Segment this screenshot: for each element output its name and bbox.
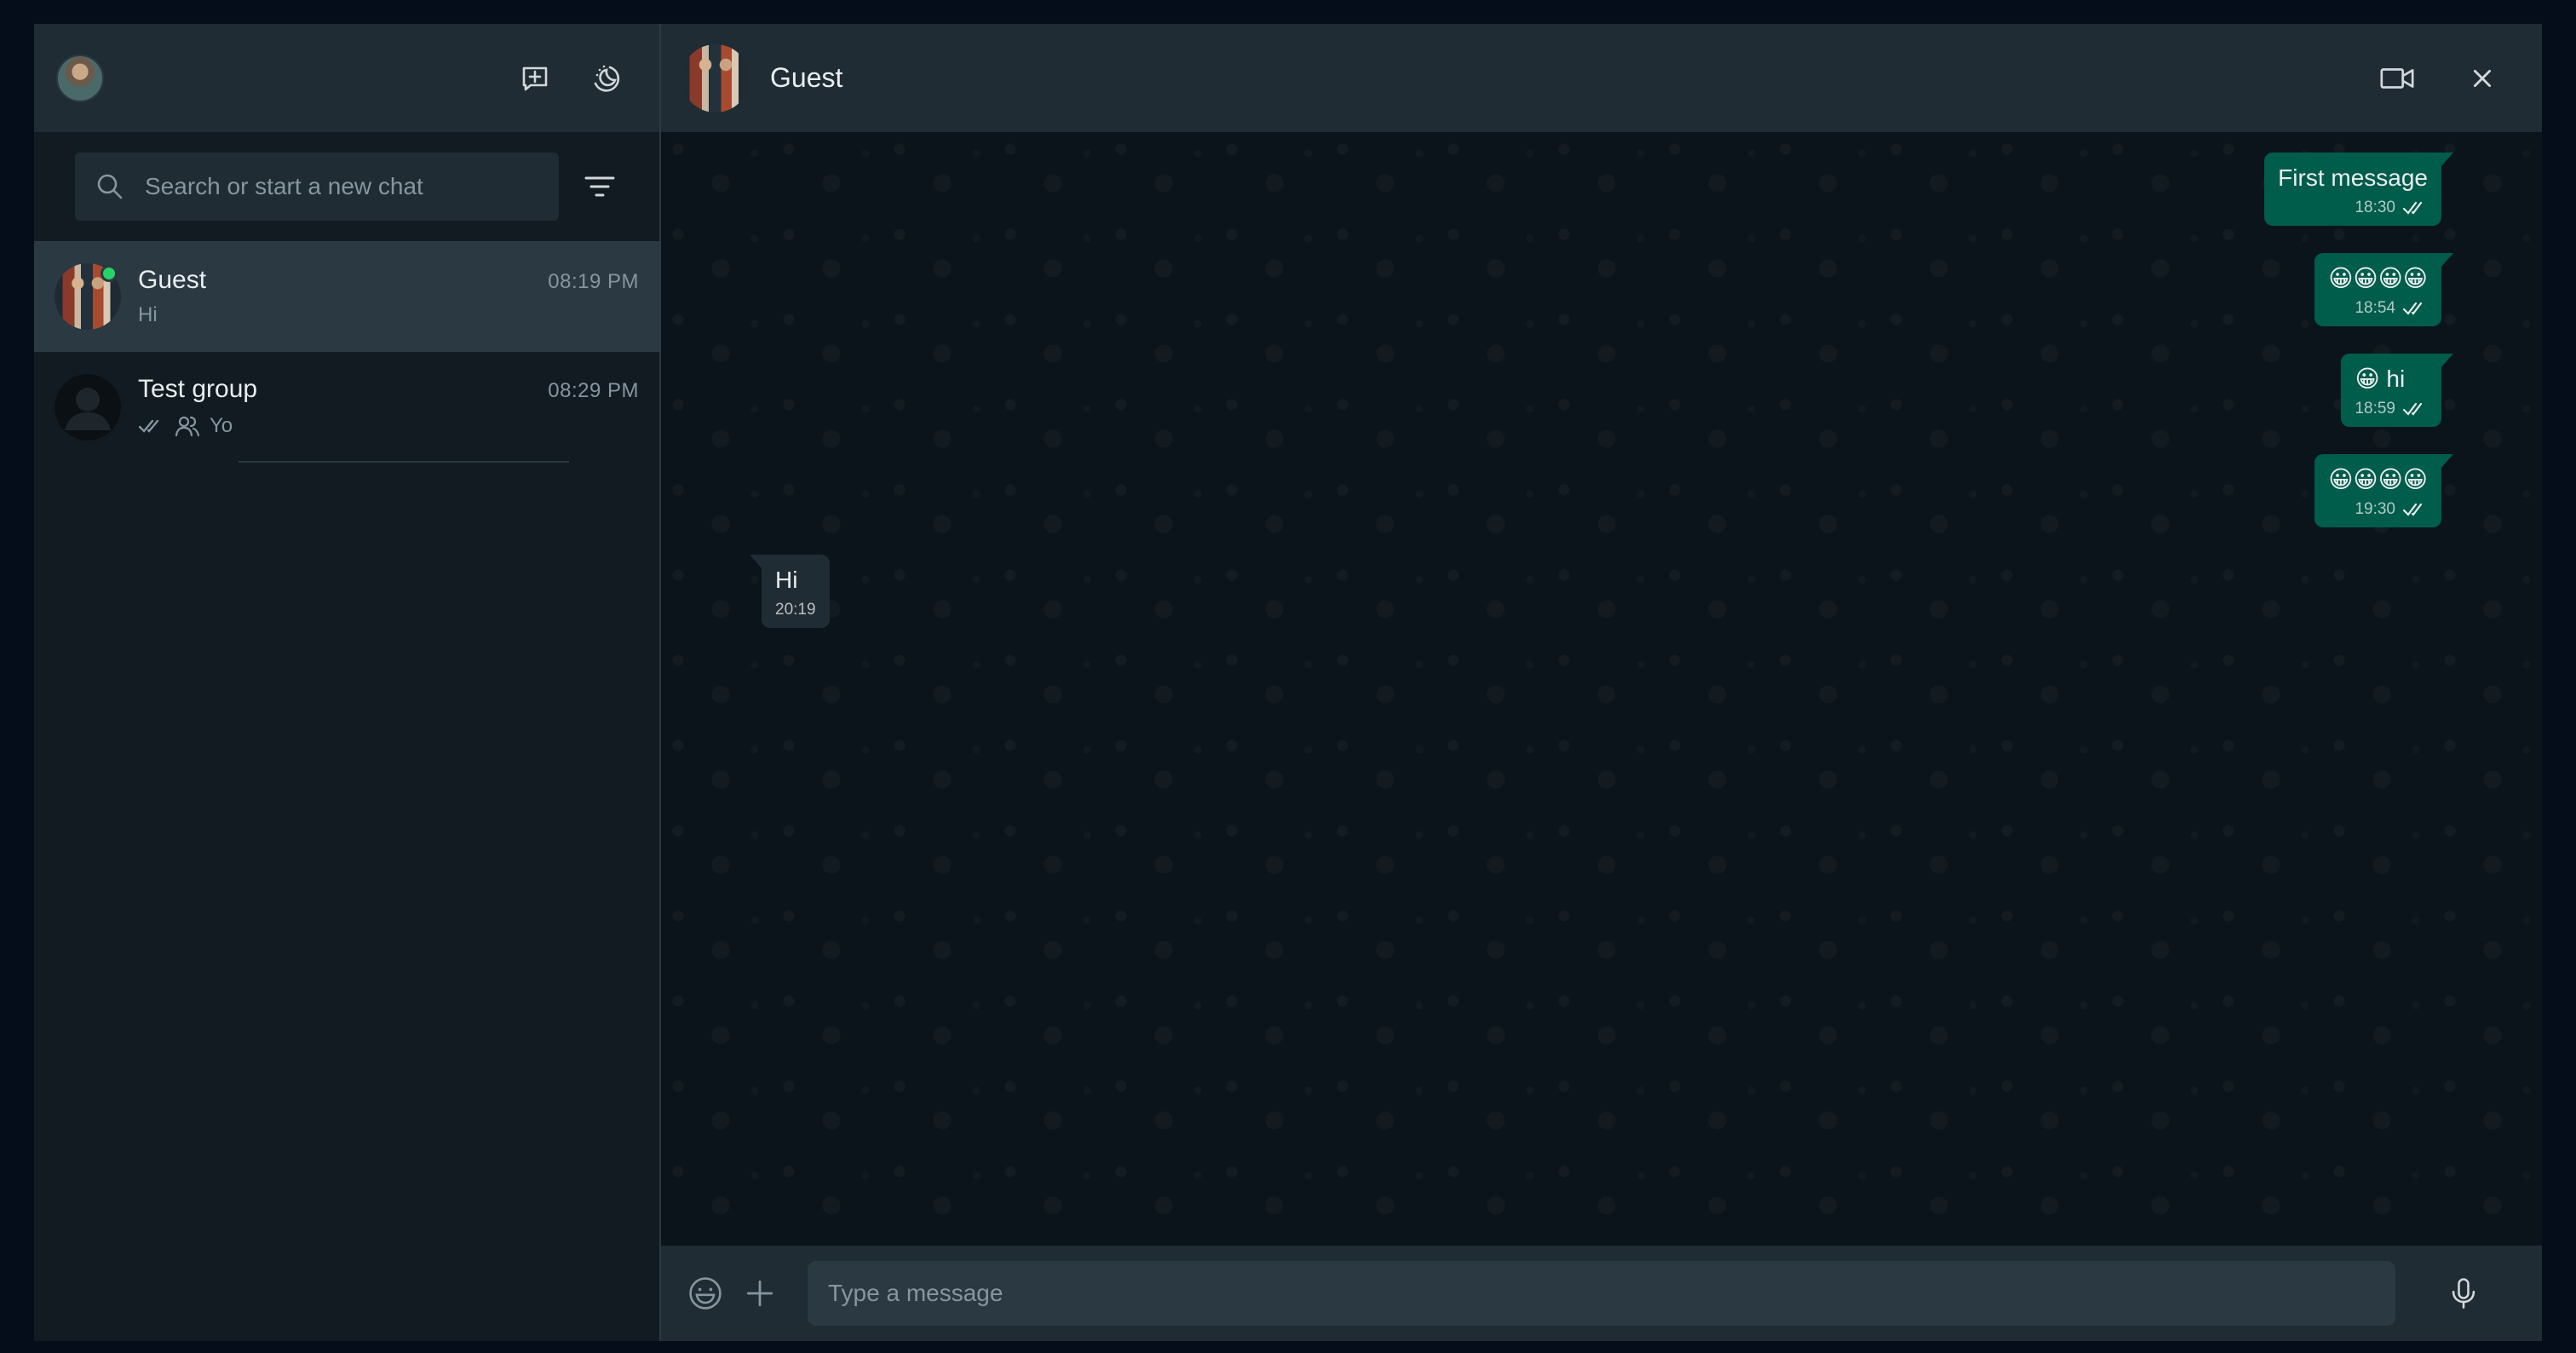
emoji-icon[interactable] [687, 1275, 724, 1312]
online-indicator [101, 265, 118, 282]
chat-meta: Guest 08:19 PM Hi [138, 241, 639, 352]
video-call-icon[interactable] [2378, 60, 2416, 97]
message-outgoing[interactable]: 😀😀😀😀 19:30 [2314, 454, 2453, 527]
default-avatar-icon [55, 374, 121, 440]
message-input[interactable] [828, 1280, 2375, 1307]
status-icon[interactable] [588, 60, 625, 97]
message-list: First message 18:30 😀😀😀😀 18:54 😀 hi 18:5… [661, 132, 2542, 1246]
app-window: Guest 08:19 PM Hi [34, 24, 2542, 1341]
composer [661, 1246, 2542, 1341]
sidebar-header [34, 24, 659, 132]
search-icon [97, 174, 123, 199]
divider [239, 461, 569, 463]
chat-item-test-group[interactable]: Test group 08:29 PM Yo [34, 352, 659, 463]
conversation-header: Guest [661, 24, 2542, 132]
attach-icon[interactable] [741, 1275, 779, 1312]
message-text: 😀 hi [2355, 366, 2406, 392]
chat-preview-text: Yo [210, 414, 233, 437]
chat-name: Test group [138, 375, 258, 403]
new-chat-icon[interactable] [516, 60, 554, 97]
double-check-icon [138, 419, 159, 433]
message-text: 😀😀😀😀 [2328, 265, 2428, 291]
avatar [55, 263, 121, 330]
sidebar-header-actions [516, 24, 625, 132]
chat-preview-text: Hi [138, 303, 158, 326]
read-receipt-icon [2402, 201, 2423, 215]
my-avatar[interactable] [56, 54, 104, 102]
message-time: 18:54 [2355, 299, 2395, 317]
sidebar: Guest 08:19 PM Hi [34, 24, 661, 1341]
message-outgoing[interactable]: 😀 hi 18:59 [2341, 354, 2453, 427]
message-text: 😀😀😀😀 [2328, 466, 2428, 492]
search-box[interactable] [75, 153, 559, 221]
message-incoming[interactable]: Hi 20:19 [750, 555, 830, 628]
avatar [55, 374, 121, 440]
read-receipt-icon [2402, 402, 2423, 416]
chat-list: Guest 08:19 PM Hi Test group 08:29 PM Yo [34, 241, 659, 463]
group-icon [175, 416, 200, 437]
message-text: Hi [775, 567, 798, 593]
chat-name: Guest [138, 266, 207, 294]
conversation-actions [2378, 24, 2501, 132]
message-time: 18:30 [2355, 199, 2395, 216]
search-row [34, 132, 659, 241]
read-receipt-icon [2402, 503, 2423, 516]
message-time: 19:30 [2355, 500, 2395, 518]
read-receipt-icon [2402, 302, 2423, 315]
message-outgoing[interactable]: 😀😀😀😀 18:54 [2314, 253, 2453, 326]
search-input[interactable] [145, 173, 538, 200]
message-time: 18:59 [2355, 400, 2395, 417]
chat-meta: Test group 08:29 PM Yo [138, 352, 639, 463]
conversation-pane: Guest First message 18:30 😀😀😀😀 18:54 😀 h… [661, 24, 2542, 1341]
message-input-box[interactable] [808, 1261, 2395, 1326]
message-time: 20:19 [775, 601, 816, 619]
chat-time: 08:29 PM [548, 379, 639, 402]
chat-item-guest[interactable]: Guest 08:19 PM Hi [34, 241, 659, 352]
contact-avatar[interactable] [681, 43, 750, 112]
mic-icon[interactable] [2445, 1275, 2482, 1312]
message-outgoing[interactable]: First message 18:30 [2264, 153, 2453, 226]
chat-preview: Yo [138, 412, 639, 440]
filter-icon[interactable] [581, 168, 618, 205]
message-text: First message [2278, 164, 2428, 191]
chat-preview: Hi [138, 303, 639, 327]
chat-time: 08:19 PM [548, 270, 639, 293]
close-icon[interactable] [2464, 60, 2501, 97]
contact-name[interactable]: Guest [770, 62, 842, 94]
